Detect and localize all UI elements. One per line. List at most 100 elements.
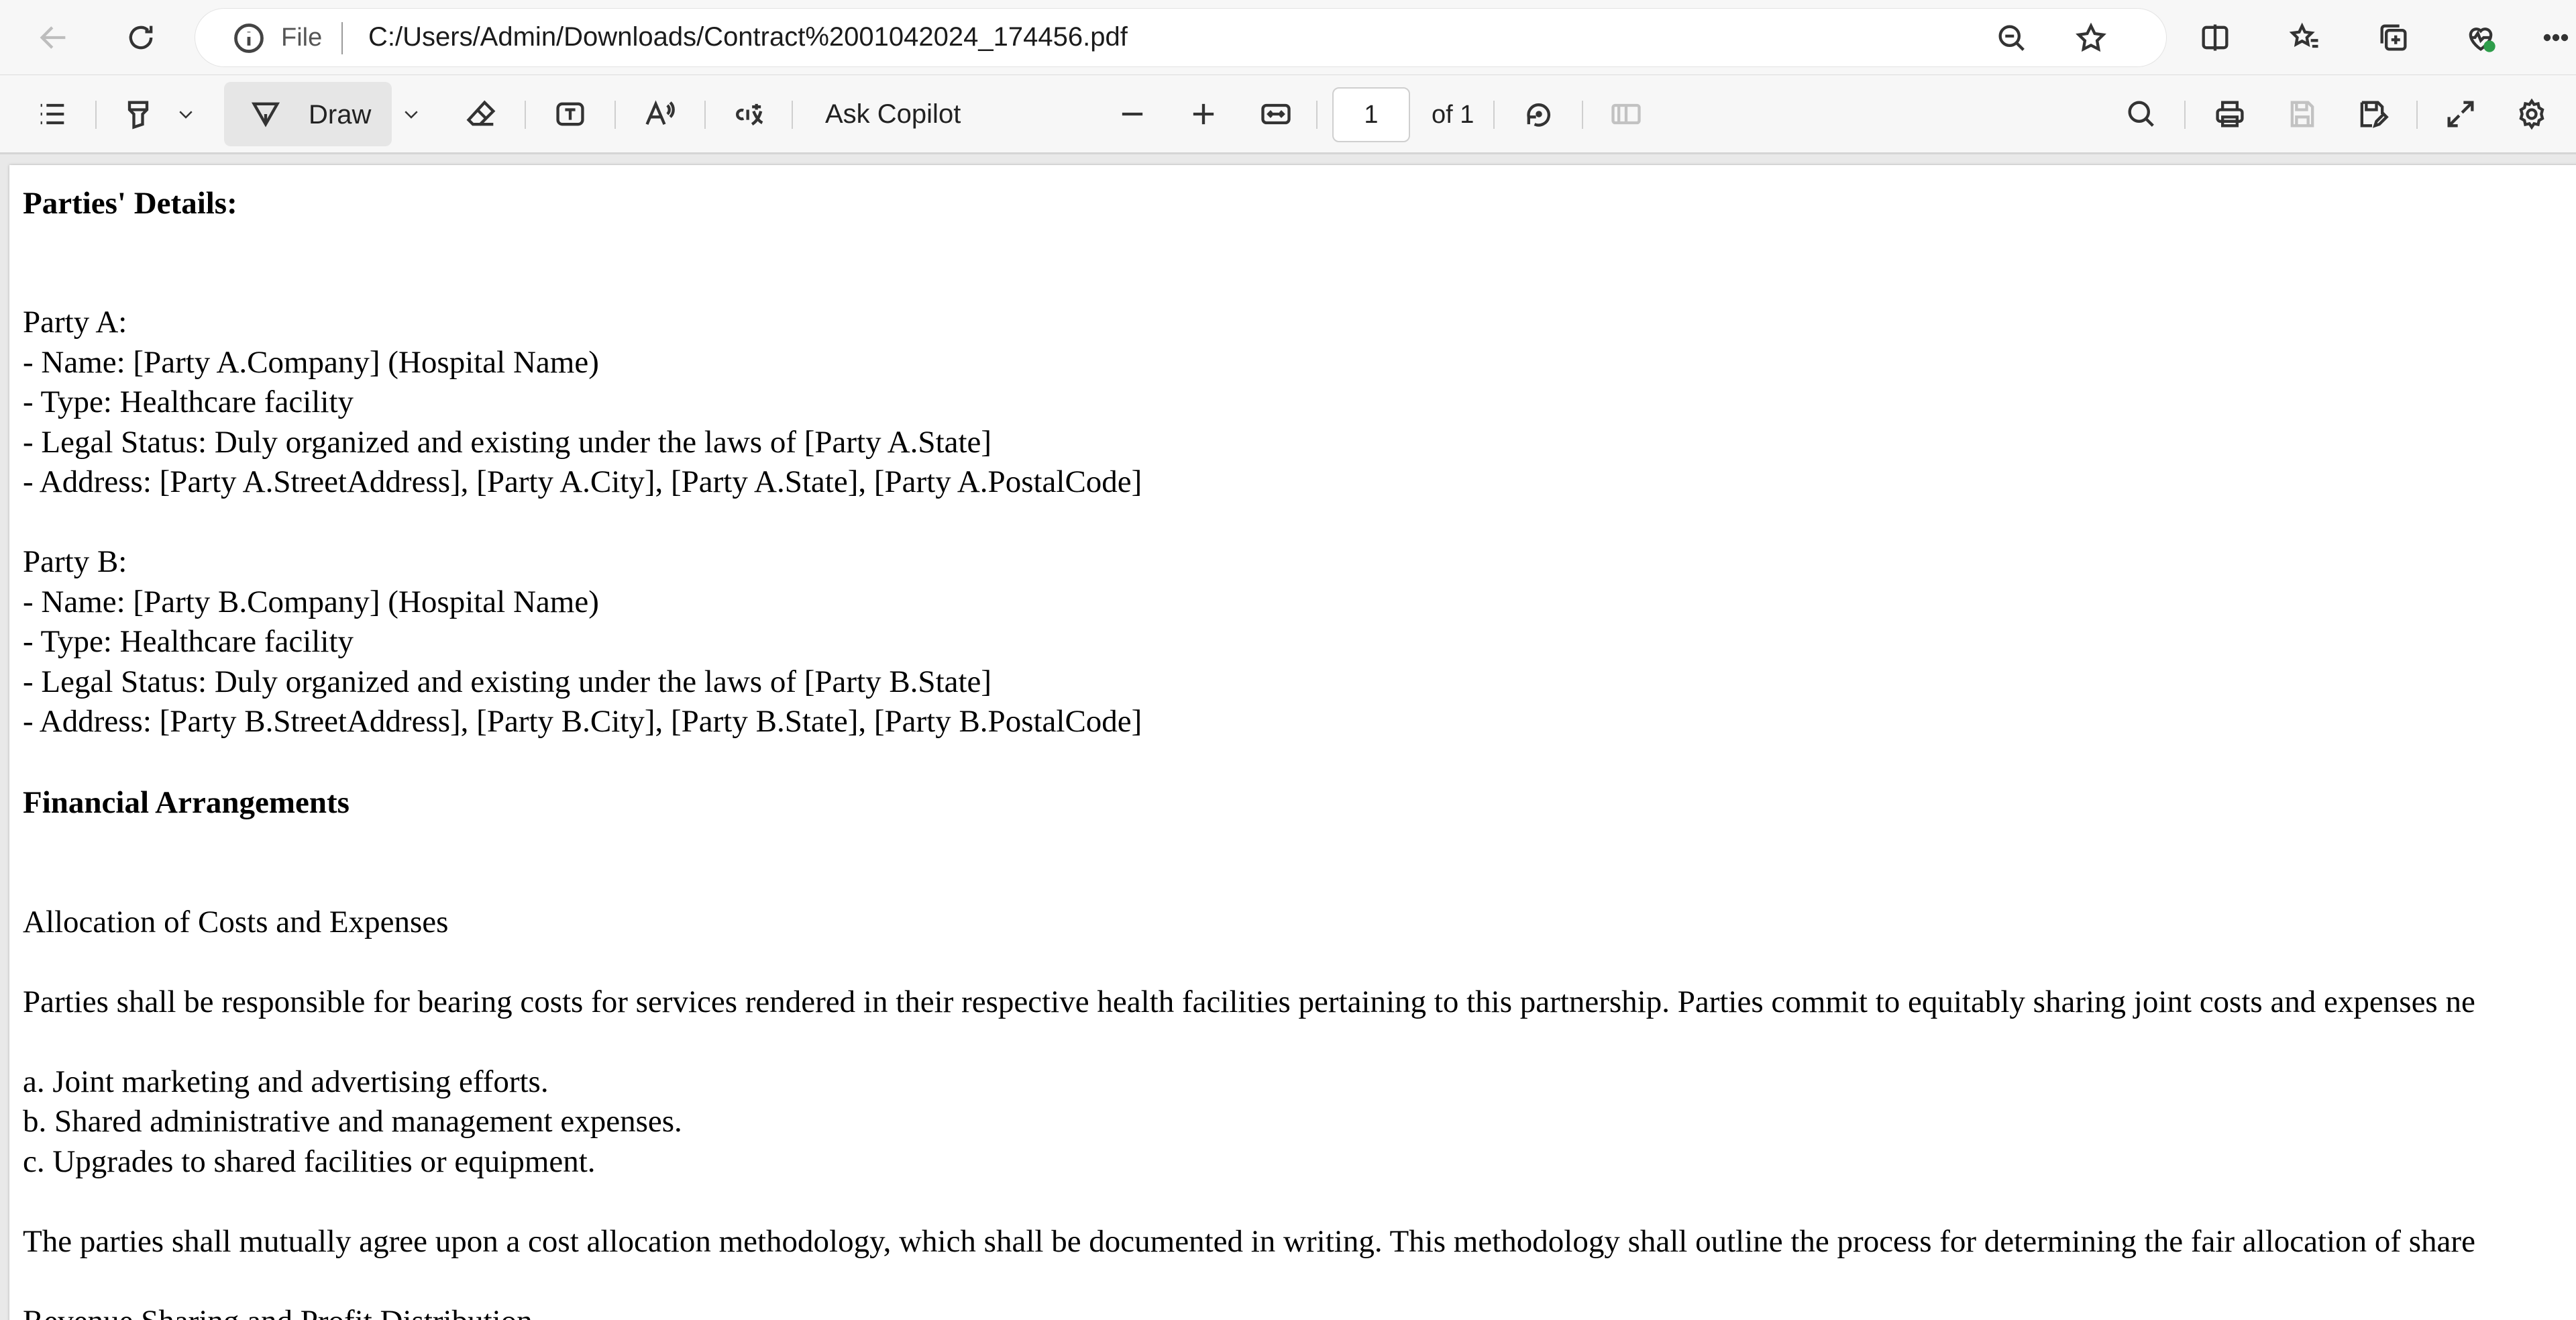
text-box-icon [556,102,584,126]
highlight-button[interactable] [111,87,165,141]
list-item-b: b. Shared administrative and management … [23,1104,682,1139]
chevron-down-icon [405,111,418,119]
refresh-button[interactable] [114,11,168,64]
zoom-in-button[interactable] [1177,87,1230,141]
split-screen-icon [2202,24,2229,51]
subheading-revenue-sharing: Revenue Sharing and Profit Distribution [23,1306,533,1320]
chevron-down-icon [179,111,193,119]
paragraph-cost-allocation-methodology: The parties shall mutually agree upon a … [23,1224,2475,1259]
party-a-legal-status: - Legal Status: Duly organized and exist… [23,425,992,460]
fullscreen-button[interactable] [2434,87,2487,141]
back-button[interactable] [27,11,80,64]
save-icon [2290,101,2314,128]
rotate-button[interactable] [1512,87,1566,141]
section-heading-parties-details: Parties' Details: [23,186,237,221]
zoom-indicator-button[interactable] [1985,11,2039,65]
two-page-view-icon [1611,103,1641,125]
address-url[interactable]: C:/Users/Admin/Downloads/Contract%200104… [368,22,1128,52]
party-b-name: - Name: [Party B.Company] (Hospital Name… [23,585,599,619]
collections-icon [2380,24,2407,51]
toolbar-separator [1316,101,1318,129]
highlighter-icon [127,101,149,130]
refresh-icon [129,26,153,50]
site-info-icon[interactable] [231,21,266,56]
toolbar-separator [525,101,526,129]
more-menu-button[interactable] [2536,11,2576,64]
draw-options-dropdown[interactable] [394,87,428,141]
pdf-toolbar: Draw Ask Copilot of 1 [0,75,2576,154]
gear-icon [2519,98,2544,130]
save-as-icon [2360,101,2389,128]
toolbar-separator [1582,101,1583,129]
favorites-button[interactable] [2278,11,2332,64]
party-a-type: - Type: Healthcare facility [23,385,354,419]
toolbar-separator [2416,101,2418,129]
save-button[interactable] [2275,87,2329,141]
party-b-legal-status: - Legal Status: Duly organized and exist… [23,664,992,699]
party-b-heading: Party B: [23,544,127,579]
rotate-icon [1527,103,1550,127]
subheading-allocation-of-costs: Allocation of Costs and Expenses [23,905,449,940]
address-bar[interactable]: File C:/Users/Admin/Downloads/Contract%2… [195,8,2167,67]
ask-copilot-button[interactable]: Ask Copilot [825,99,961,130]
search-icon [2128,101,2154,127]
toolbar-separator [792,101,793,129]
party-a-name: - Name: [Party A.Company] (Hospital Name… [23,345,599,380]
toolbar-separator [95,101,97,129]
party-b-type: - Type: Healthcare facility [23,624,354,659]
read-aloud-icon [645,100,675,125]
eraser-icon [466,100,496,126]
party-a-heading: Party A: [23,305,127,340]
toolbar-separator [614,101,616,129]
arrow-left-icon [40,26,66,49]
erase-button[interactable] [455,87,508,141]
address-scheme-label: File [281,23,323,52]
favorites-star-list-icon [2289,22,2318,48]
browser-top-bar: File C:/Users/Admin/Downloads/Contract%2… [0,0,2576,75]
plus-icon [1193,103,1214,125]
more-dots-icon [2543,34,2569,42]
pen-icon [251,102,280,128]
find-button[interactable] [2114,87,2168,141]
fit-to-width-button[interactable] [1249,87,1303,141]
draw-button[interactable]: Draw [224,82,392,146]
section-heading-financial-arrangements: Financial Arrangements [23,785,350,820]
add-text-button[interactable] [543,87,597,141]
toolbar-separator [2184,101,2186,129]
party-b-address: - Address: [Party B.StreetAddress], [Par… [23,704,1142,739]
list-item-a: a. Joint marketing and advertising effor… [23,1064,549,1099]
address-separator [341,22,343,54]
star-icon [2076,22,2106,52]
page-total-label: of 1 [1432,101,1474,129]
table-of-contents-icon [40,103,64,125]
read-aloud-button[interactable] [633,87,687,141]
zoom-out-icon [1998,25,2025,51]
page-number-input[interactable] [1332,87,1410,142]
printer-icon [2216,101,2244,128]
save-as-button[interactable] [2345,87,2399,141]
pdf-page: Parties' Details: Party A: - Name: [Part… [9,165,2576,1320]
pdf-viewport[interactable]: Parties' Details: Party A: - Name: [Part… [0,154,2576,1320]
toolbar-separator [704,101,706,129]
heart-pulse-icon [2469,28,2496,52]
paragraph-cost-responsibility: Parties shall be responsible for bearing… [23,984,2475,1019]
collections-button[interactable] [2367,11,2420,64]
draw-label: Draw [309,100,372,130]
fit-width-icon [1261,103,1291,125]
party-a-address: - Address: [Party A.StreetAddress], [Par… [23,464,1142,499]
page-view-button[interactable] [1599,87,1653,141]
split-screen-button[interactable] [2188,11,2242,64]
highlight-options-dropdown[interactable] [169,87,203,141]
toolbar-separator [1493,101,1495,129]
browser-essentials-button[interactable] [2454,11,2508,64]
minus-icon [1122,112,1143,116]
expand-icon [2447,101,2474,128]
favorite-button[interactable] [2064,11,2118,65]
pdf-settings-button[interactable] [2505,87,2559,141]
print-button[interactable] [2203,87,2257,141]
zoom-out-button[interactable] [1106,87,1159,141]
contents-button[interactable] [25,87,79,141]
translate-button[interactable] [720,87,781,141]
list-item-c: c. Upgrades to shared facilities or equi… [23,1144,596,1179]
translate-icon [736,103,763,125]
